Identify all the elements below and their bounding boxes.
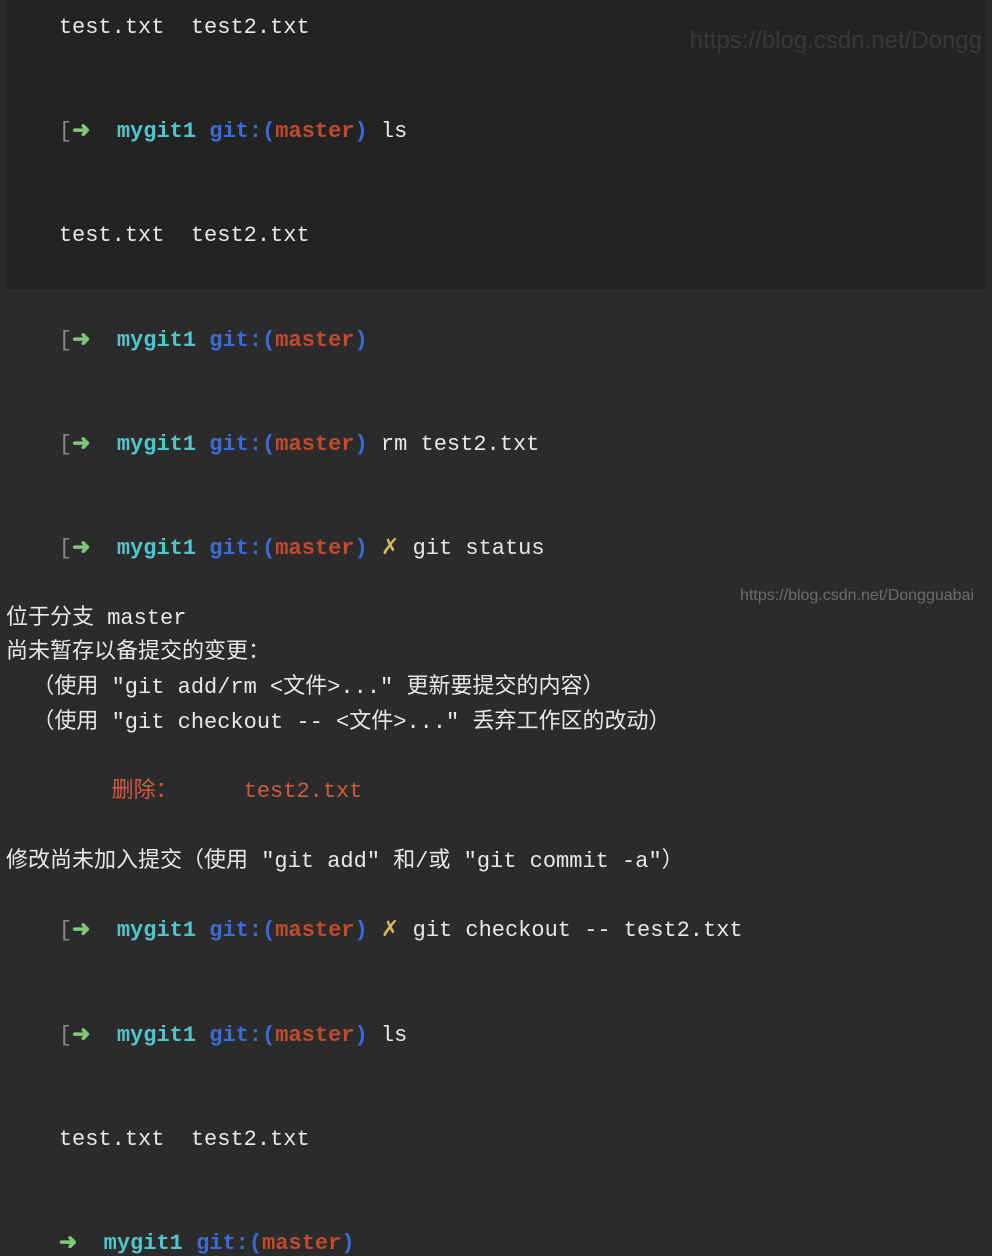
paren-close: ) [355, 328, 368, 353]
arrow-icon: ➜ [72, 1023, 90, 1048]
deleted-file: test2.txt [178, 779, 363, 804]
git-label: git: [209, 328, 262, 353]
paren-close: ) [355, 432, 368, 457]
branch-name: master [275, 1023, 354, 1048]
git-label: git: [209, 119, 262, 144]
prompt-line: [➜ mygit1 git:(master) ls [6, 984, 986, 1088]
command: rm test2.txt [381, 432, 539, 457]
git-label: git: [196, 1231, 249, 1256]
prompt-line: [➜ mygit1 git:(master) rm test2.txt [6, 393, 986, 497]
cwd: mygit1 [117, 328, 196, 353]
status-line: （使用 "git checkout -- <文件>..." 丢弃工作区的改动） [6, 706, 986, 741]
cwd: mygit1 [117, 432, 196, 457]
cwd: mygit1 [117, 1023, 196, 1048]
deleted-line: 删除： test2.txt [6, 775, 986, 810]
arrow-icon: ➜ [72, 536, 90, 561]
paren-open: ( [262, 536, 275, 561]
arrow-icon: ➜ [72, 432, 90, 457]
dirty-icon: ✗ [381, 918, 399, 943]
watermark-top: https://blog.csdn.net/Dongg [690, 22, 982, 60]
paren-open: ( [262, 432, 275, 457]
cwd: mygit1 [117, 119, 196, 144]
prompt-line: [➜ mygit1 git:(master) ls [6, 80, 986, 184]
git-label: git: [209, 1023, 262, 1048]
paren-open: ( [262, 1023, 275, 1048]
status-line: 修改尚未加入提交（使用 "git add" 和/或 "git commit -a… [6, 845, 986, 880]
branch-name: master [275, 328, 354, 353]
prompt-line: [➜ mygit1 git:(master) ✗ git checkout --… [6, 880, 986, 984]
ls-output: test.txt test2.txt [59, 15, 310, 40]
paren-close: ) [355, 119, 368, 144]
cwd: mygit1 [104, 1231, 183, 1256]
cwd: mygit1 [117, 536, 196, 561]
git-label: git: [209, 536, 262, 561]
status-line: 尚未暂存以备提交的变更： [6, 636, 986, 671]
prompt-line[interactable]: ➜ mygit1 git:(master) [6, 1192, 986, 1256]
bracket-icon: [ [59, 328, 72, 353]
paren-open: ( [262, 918, 275, 943]
paren-close: ) [341, 1231, 354, 1256]
output-line: test.txt test2.txt [6, 185, 986, 289]
blank-line [6, 810, 986, 845]
command: ls [381, 119, 407, 144]
watermark-bottom: https://blog.csdn.net/Dongguabai [740, 583, 974, 608]
bracket-icon: [ [59, 1023, 72, 1048]
branch-name: master [262, 1231, 341, 1256]
blank-line [6, 741, 986, 776]
cwd: mygit1 [117, 918, 196, 943]
command: git status [413, 536, 545, 561]
branch-name: master [275, 918, 354, 943]
branch-name: master [275, 536, 354, 561]
command: git checkout -- test2.txt [413, 918, 743, 943]
paren-close: ) [355, 918, 368, 943]
paren-open: ( [249, 1231, 262, 1256]
output-line: test.txt test2.txt [6, 1088, 986, 1192]
bracket-icon: [ [59, 536, 72, 561]
arrow-icon: ➜ [72, 328, 90, 353]
dirty-icon: ✗ [381, 536, 399, 561]
terminal[interactable]: test.txt test2.txt [➜ mygit1 git:(master… [0, 0, 992, 1256]
paren-close: ) [355, 536, 368, 561]
git-label: git: [209, 918, 262, 943]
deleted-label: 删除： [6, 779, 178, 804]
ls-output: test.txt test2.txt [59, 1127, 310, 1152]
arrow-icon: ➜ [59, 1231, 77, 1256]
command: ls [381, 1023, 407, 1048]
arrow-icon: ➜ [72, 119, 90, 144]
prompt-line: [➜ mygit1 git:(master) [6, 289, 986, 393]
branch-name: master [275, 119, 354, 144]
status-line: （使用 "git add/rm <文件>..." 更新要提交的内容） [6, 671, 986, 706]
paren-open: ( [262, 328, 275, 353]
branch-name: master [275, 432, 354, 457]
paren-open: ( [262, 119, 275, 144]
bracket-icon: [ [59, 432, 72, 457]
git-label: git: [209, 432, 262, 457]
bracket-icon: [ [59, 918, 72, 943]
ls-output: test.txt test2.txt [59, 223, 310, 248]
bracket-icon: [ [59, 119, 72, 144]
arrow-icon: ➜ [72, 918, 90, 943]
paren-close: ) [355, 1023, 368, 1048]
